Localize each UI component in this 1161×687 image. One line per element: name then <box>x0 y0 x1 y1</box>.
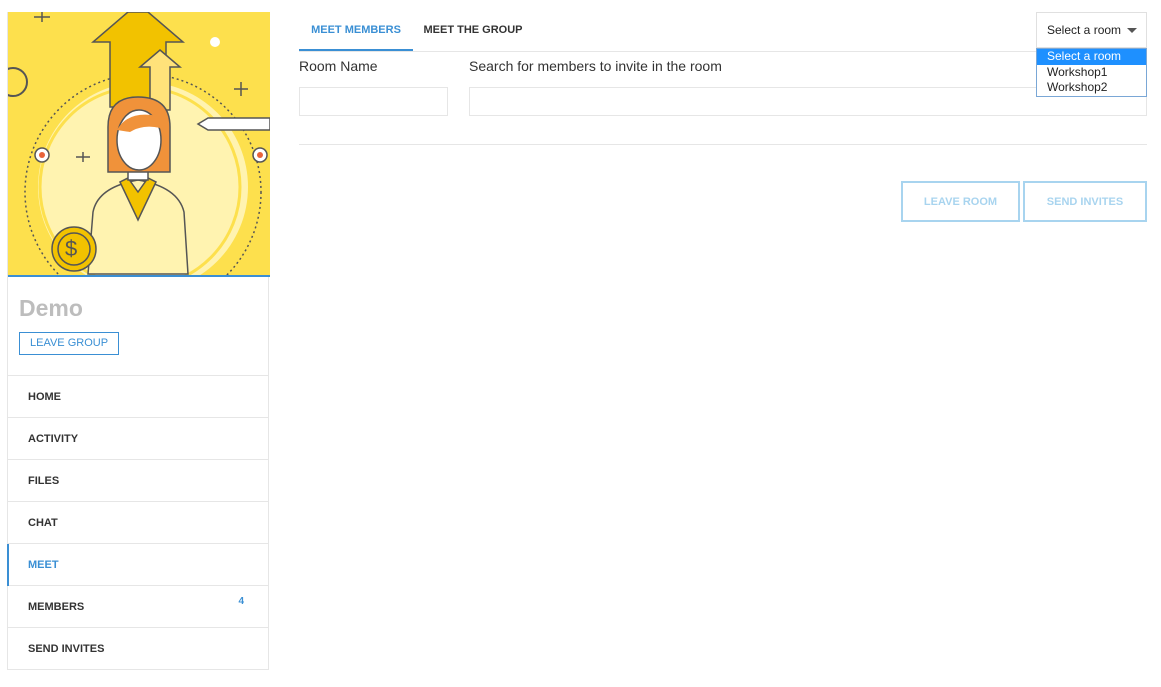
group-info: Demo LEAVE GROUP <box>8 277 268 376</box>
room-option[interactable]: Select a room <box>1037 49 1146 65</box>
group-name: Demo <box>19 295 83 321</box>
nav-item-files[interactable]: FILES <box>8 460 268 502</box>
form-divider <box>299 144 1147 145</box>
nav-item-send-invites[interactable]: SEND INVITES <box>8 628 268 670</box>
members-count-badge: 4 <box>238 596 244 607</box>
leave-group-button[interactable]: LEAVE GROUP <box>19 332 120 355</box>
caret-down-icon <box>1127 28 1137 33</box>
coin-currency-symbol: $ <box>65 236 78 261</box>
send-invites-button[interactable]: SEND INVITES <box>1023 181 1147 222</box>
nav-item-label: HOME <box>28 391 61 403</box>
room-name-input[interactable] <box>299 87 448 116</box>
nav-item-label: MEMBERS <box>28 601 85 613</box>
nav-item-activity[interactable]: ACTIVITY <box>8 418 268 460</box>
room-option[interactable]: Workshop2 <box>1037 80 1146 96</box>
nav-item-label: FILES <box>28 475 60 487</box>
room-select[interactable]: Select a room <box>1036 12 1147 48</box>
room-select-value: Select a room <box>1047 23 1122 37</box>
businesswoman-illustration-icon <box>8 12 270 275</box>
group-banner-illustration: $ <box>8 12 270 277</box>
nav-item-label: MEET <box>28 559 59 571</box>
tab-meet-the-group[interactable]: MEET THE GROUP <box>417 10 529 51</box>
room-option[interactable]: Workshop1 <box>1037 65 1146 81</box>
meet-tabs: MEET MEMBERS MEET THE GROUP <box>299 10 1147 52</box>
nav-item-chat[interactable]: CHAT <box>8 502 268 544</box>
nav-item-meet[interactable]: MEET <box>7 544 268 586</box>
room-name-label: Room Name <box>299 58 378 74</box>
nav-item-label: SEND INVITES <box>28 643 105 655</box>
nav-item-label: CHAT <box>28 517 58 529</box>
tab-meet-members[interactable]: MEET MEMBERS <box>299 10 413 51</box>
nav-item-home[interactable]: HOME <box>8 376 268 418</box>
group-nav: HOME ACTIVITY FILES CHAT MEET MEMBERS 4 … <box>7 376 268 670</box>
member-search-label: Search for members to invite in the room <box>469 58 722 74</box>
leave-room-button[interactable]: LEAVE ROOM <box>901 181 1020 222</box>
group-sidebar: $ Demo LEAVE GROUP HOME ACTIVITY FILES C… <box>7 12 270 670</box>
nav-item-label: ACTIVITY <box>28 433 79 445</box>
room-select-dropdown: Select a room Workshop1 Workshop2 <box>1036 48 1147 97</box>
nav-item-members[interactable]: MEMBERS 4 <box>8 586 268 628</box>
